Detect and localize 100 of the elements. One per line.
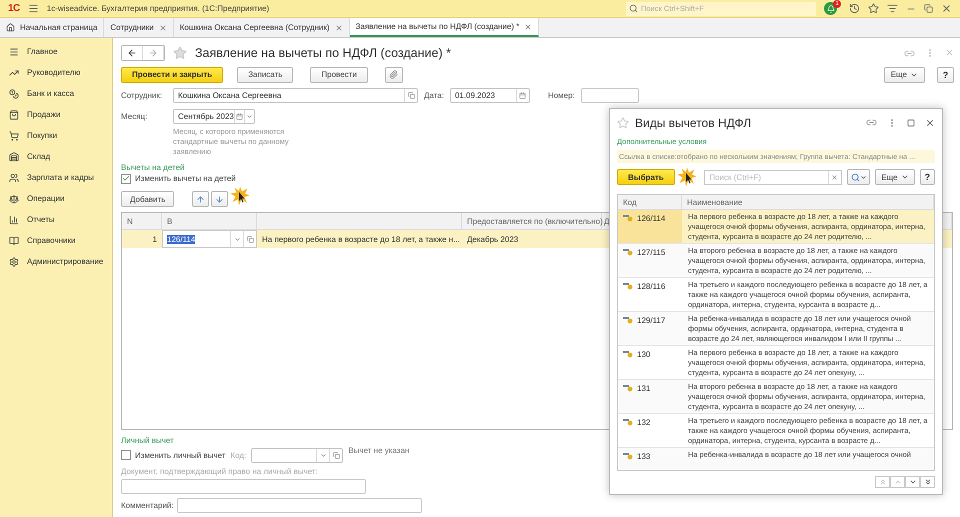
close-icon[interactable] xyxy=(524,22,532,30)
history-icon[interactable] xyxy=(849,3,860,14)
people-icon xyxy=(9,172,19,182)
help-button[interactable]: ? xyxy=(920,169,935,186)
code-field[interactable] xyxy=(251,448,344,462)
sidebar-item[interactable]: Главное xyxy=(0,41,112,62)
close-icon[interactable] xyxy=(941,3,952,14)
settings-icon xyxy=(9,256,19,266)
item-icon xyxy=(623,316,633,324)
action-button[interactable]: Записать xyxy=(237,66,294,82)
column-header[interactable]: Код xyxy=(618,195,682,210)
arrow-left-icon xyxy=(127,48,137,58)
action-button[interactable]: Провести и закрыть xyxy=(121,66,224,82)
table-cell-text: Декабрь 2023 xyxy=(466,234,520,246)
item-icon xyxy=(623,282,633,290)
select-button[interactable]: Выбрать xyxy=(617,169,675,186)
item-icon xyxy=(623,418,633,426)
sidebar-item[interactable]: Справочники xyxy=(0,230,112,251)
month-field[interactable]: Сентябрь 2023 xyxy=(173,109,255,124)
attach-button[interactable] xyxy=(384,66,403,82)
sidebar-item[interactable]: Администрирование xyxy=(0,251,112,272)
arrow-up-icon xyxy=(196,194,206,204)
spinner-icon[interactable] xyxy=(246,113,253,120)
field-label: Номер: xyxy=(548,91,575,100)
double-caret-up-icon xyxy=(878,478,886,486)
sidebar-item[interactable]: Банк и касса xyxy=(0,83,112,104)
open-icon[interactable] xyxy=(408,92,414,99)
sidebar-item[interactable]: Продажи xyxy=(0,104,112,125)
caret-up-icon xyxy=(894,478,902,486)
table-cell: 133 xyxy=(637,452,650,462)
checkbox[interactable]: Изменить личный вычет xyxy=(121,448,226,462)
dropdown-icon[interactable] xyxy=(234,236,240,242)
window-title: 1c-wiseadvice. Бухгалтерия предприятия. (1С:Предприятие) xyxy=(46,4,270,13)
form-title: Заявление на вычеты по НДФЛ (создание) * xyxy=(195,46,451,60)
clear-icon[interactable] xyxy=(831,174,838,181)
table-cell: 130 xyxy=(637,350,650,360)
bag-icon xyxy=(9,110,19,120)
table-cell: 131 xyxy=(637,384,650,394)
calendar-icon[interactable] xyxy=(236,113,243,120)
trend-icon xyxy=(9,68,19,78)
restore-icon[interactable] xyxy=(924,4,933,13)
last-page-button[interactable] xyxy=(920,476,935,488)
caret-down-icon xyxy=(908,478,916,486)
column-header[interactable]: Предоставляется по (включительно) xyxy=(462,213,602,229)
table-cell-text: 1 xyxy=(152,234,158,246)
employee-field[interactable]: Кошкина Оксана Сергеевна xyxy=(173,88,418,103)
close-icon[interactable] xyxy=(158,24,167,32)
menu-icon xyxy=(9,46,19,56)
code-field[interactable]: 126/114 xyxy=(162,230,257,248)
search-button[interactable] xyxy=(846,169,870,186)
table-cell: 132 xyxy=(637,418,650,428)
sidebar-item[interactable]: Операции xyxy=(0,188,112,209)
column-header[interactable]: В xyxy=(162,213,257,229)
click-marker-icon xyxy=(230,186,250,206)
add-button[interactable]: Добавить xyxy=(121,191,174,207)
menu-icon[interactable] xyxy=(28,3,39,14)
sidebar-item[interactable]: Покупки xyxy=(0,125,112,146)
open-icon[interactable] xyxy=(246,236,254,242)
column-header[interactable]: N xyxy=(122,213,162,229)
field-label: Дата: xyxy=(424,91,444,100)
click-marker-icon xyxy=(677,167,697,187)
maximize-icon[interactable] xyxy=(907,118,915,127)
sidebar-item[interactable]: Зарплата и кадры xyxy=(0,167,112,188)
paperclip-icon xyxy=(389,70,398,79)
close-icon[interactable] xyxy=(925,118,935,128)
table-cell: 129/117 xyxy=(637,316,666,326)
move-down-button[interactable] xyxy=(211,191,228,207)
checkbox[interactable]: Изменить вычеты на детей xyxy=(121,172,236,185)
table-cell: 127/115 xyxy=(637,248,666,258)
close-icon[interactable] xyxy=(334,24,343,32)
back-button[interactable] xyxy=(122,46,143,60)
dropdown-icon[interactable] xyxy=(320,452,327,458)
double-caret-down-icon xyxy=(924,478,932,486)
comment-field[interactable] xyxy=(176,498,422,512)
column-header[interactable]: Наименование xyxy=(682,195,934,210)
calendar-icon[interactable] xyxy=(519,92,526,99)
sidebar-item[interactable]: Отчеты xyxy=(0,209,112,230)
document-field[interactable] xyxy=(121,479,366,494)
dialog-title: Виды вычетов НДФЛ xyxy=(635,116,752,130)
item-icon xyxy=(623,248,633,256)
number-field[interactable] xyxy=(580,88,639,103)
tab[interactable]: Заявление на вычеты по НДФЛ (создание) * xyxy=(350,18,540,37)
next-button[interactable] xyxy=(905,476,920,488)
move-up-button[interactable] xyxy=(192,191,210,207)
book-icon xyxy=(9,236,19,246)
open-icon[interactable] xyxy=(332,452,340,458)
link-icon[interactable] xyxy=(866,117,877,128)
help-button[interactable]: ? xyxy=(937,66,954,82)
date-field[interactable]: 01.09.2023 xyxy=(450,88,530,103)
more-button[interactable]: Еще xyxy=(875,169,915,186)
filter-icon[interactable] xyxy=(887,3,898,14)
more-button[interactable]: Еще xyxy=(884,66,925,82)
arrow-right-icon xyxy=(148,48,158,58)
table-cell: 128/116 xyxy=(637,282,666,292)
field-label: Сотрудник: xyxy=(121,91,164,100)
sidebar-item[interactable]: Склад xyxy=(0,146,112,167)
search-icon xyxy=(629,4,638,13)
action-button[interactable]: Провести xyxy=(310,66,368,82)
star-icon[interactable] xyxy=(868,3,879,14)
sidebar-item[interactable]: Руководителю xyxy=(0,62,112,83)
